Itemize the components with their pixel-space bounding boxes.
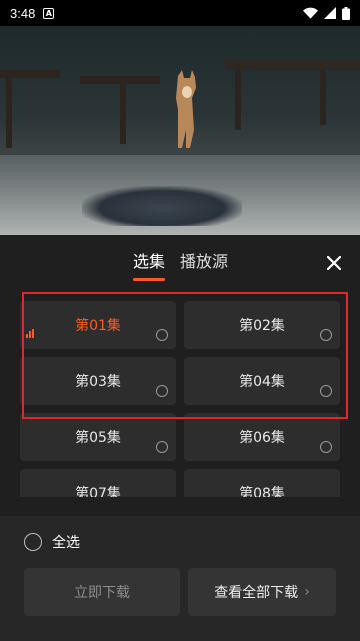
episode-label: 第06集 (239, 430, 285, 446)
tab-episodes[interactable]: 选集 (133, 248, 165, 272)
video-stool-leg (120, 84, 126, 144)
status-time: 3:48 (10, 5, 36, 21)
episode-label: 第05集 (75, 430, 121, 446)
video-bench-leg (235, 70, 241, 130)
episode-label: 第03集 (75, 374, 121, 390)
tab-underline (133, 278, 165, 281)
episode-item[interactable]: 第07集 (20, 469, 176, 497)
video-table (0, 70, 60, 78)
video-bench-leg (320, 70, 326, 125)
episode-radio[interactable] (156, 329, 168, 341)
download-now-button[interactable]: 立即下载 (24, 568, 180, 616)
close-button[interactable] (322, 251, 346, 275)
episode-item[interactable]: 第01集 (20, 301, 176, 349)
tab-bar: 选集 播放源 (0, 235, 360, 291)
video-table-leg (6, 78, 12, 148)
episode-radio[interactable] (156, 385, 168, 397)
fallen-figure (82, 186, 242, 226)
episode-radio[interactable] (320, 441, 332, 453)
playing-bars-icon (26, 329, 34, 338)
episode-item[interactable]: 第03集 (20, 357, 176, 405)
episode-label: 第02集 (239, 318, 285, 334)
episode-label: 第01集 (75, 318, 121, 334)
view-all-downloads-button[interactable]: 查看全部下载 › (188, 568, 336, 616)
select-all-radio[interactable] (24, 533, 42, 551)
dog-figure (176, 70, 196, 148)
select-all-label: 全选 (52, 535, 80, 551)
download-now-label: 立即下载 (74, 585, 130, 601)
view-all-downloads-label: 查看全部下载 (214, 585, 299, 601)
episode-item[interactable]: 第02集 (184, 301, 340, 349)
battery-icon (342, 6, 350, 20)
tab-source[interactable]: 播放源 (180, 248, 228, 272)
wifi-icon (303, 7, 318, 19)
video-player[interactable] (0, 26, 360, 235)
status-bar: 3:48 A (0, 0, 360, 26)
episode-grid: 第01集 第02集 第03集 第04集 第05集 第06集 第07集 第08集 (20, 301, 340, 497)
video-bench (225, 60, 360, 70)
chevron-right-icon: › (304, 584, 310, 600)
episode-radio[interactable] (156, 441, 168, 453)
episode-item[interactable]: 第04集 (184, 357, 340, 405)
signal-icon (324, 7, 336, 19)
notification-icon: A (43, 7, 55, 19)
episode-item[interactable]: 第05集 (20, 413, 176, 461)
status-icons (303, 6, 350, 20)
episode-label: 第08集 (239, 486, 285, 497)
close-icon (327, 256, 341, 270)
episode-item[interactable]: 第06集 (184, 413, 340, 461)
episode-radio[interactable] (320, 329, 332, 341)
video-stool (80, 76, 160, 84)
episode-item[interactable]: 第08集 (184, 469, 340, 497)
episode-radio[interactable] (320, 385, 332, 397)
select-all-toggle[interactable]: 全选 (24, 532, 80, 552)
episode-label: 第07集 (75, 486, 121, 497)
episode-label: 第04集 (239, 374, 285, 390)
download-bar: 全选 立即下载 查看全部下载 › (0, 516, 360, 641)
